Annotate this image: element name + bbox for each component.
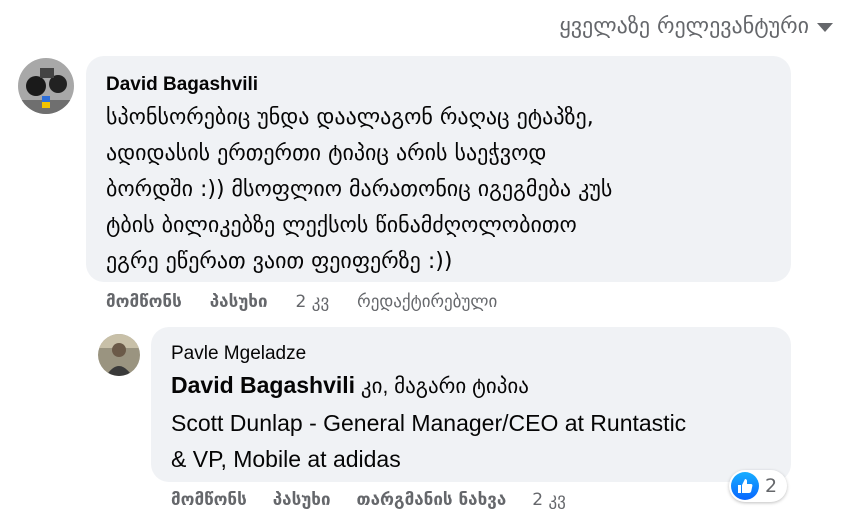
like-button[interactable]: მომწონს xyxy=(106,292,182,312)
edited-label: რედაქტირებული xyxy=(357,292,498,312)
timestamp[interactable]: 2 კვ xyxy=(532,490,566,510)
reply-text-continued: Scott Dunlap - General Manager/CEO at Ru… xyxy=(171,410,687,472)
comment-bubble: David Bagashvili სპონსორებიც უნდა დაალაგ… xyxy=(86,56,791,282)
reply-button[interactable]: პასუხი xyxy=(210,292,268,312)
reply-text: კი, მაგარი ტიპია xyxy=(355,375,529,398)
mention-link[interactable]: David Bagashvili xyxy=(171,372,355,398)
comment-author[interactable]: David Bagashvili xyxy=(106,74,612,96)
reaction-count[interactable]: 2 xyxy=(729,470,788,502)
reply-bubble: Pavle Mgeladze David Bagashvili კი, მაგა… xyxy=(151,327,791,482)
reply-button[interactable]: პასუხი xyxy=(273,490,331,510)
reply-author[interactable]: Pavle Mgeladze xyxy=(171,343,775,365)
sort-label: ყველაზე რელევანტური xyxy=(559,13,809,39)
timestamp[interactable]: 2 კვ xyxy=(296,292,330,312)
caret-down-icon xyxy=(817,23,833,32)
sort-dropdown[interactable]: ყველაზე რელევანტური xyxy=(559,10,833,42)
avatar[interactable] xyxy=(18,58,74,114)
avatar[interactable] xyxy=(98,334,140,376)
translate-button[interactable]: თარგმანის ნახვა xyxy=(357,490,507,510)
reply-actions: მომწონს პასუხი თარგმანის ნახვა 2 კვ xyxy=(171,490,566,510)
comment-text: სპონსორებიც უნდა დაალაგონ რაღაც ეტაპზე, … xyxy=(106,105,613,274)
like-button[interactable]: მომწონს xyxy=(171,490,247,510)
comment-actions: მომწონს პასუხი 2 კვ რედაქტირებული xyxy=(106,292,497,312)
reaction-count-value: 2 xyxy=(765,475,778,497)
like-icon xyxy=(731,472,759,500)
